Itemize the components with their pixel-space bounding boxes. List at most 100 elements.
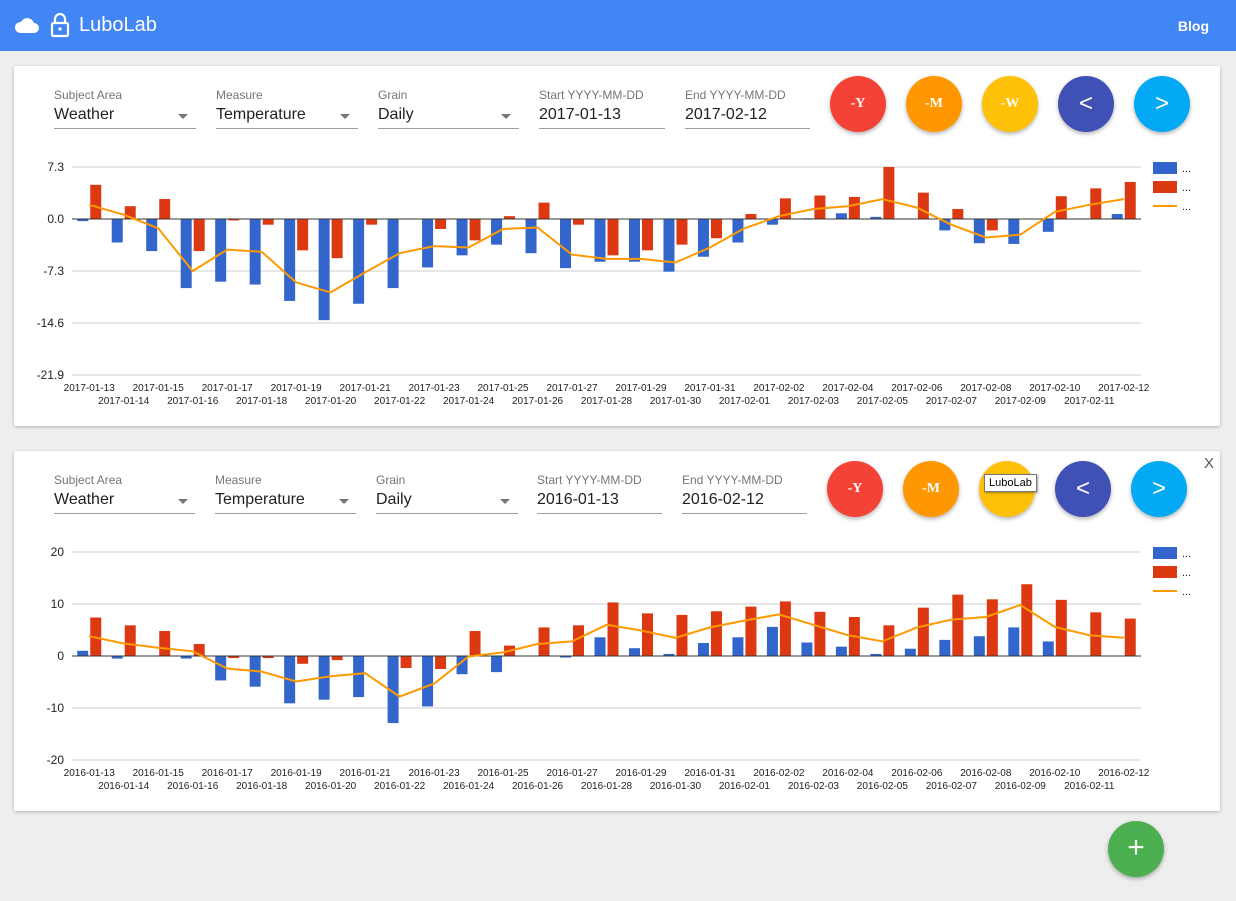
x-tick-label: 2016-01-19 bbox=[271, 768, 323, 779]
x-tick-label: 2017-01-26 bbox=[512, 396, 564, 407]
x-tick-label: 2016-01-31 bbox=[684, 768, 736, 779]
cloud-icon[interactable] bbox=[14, 13, 40, 37]
x-tick-label: 2017-01-15 bbox=[133, 383, 185, 394]
bar bbox=[469, 631, 481, 656]
bar bbox=[90, 184, 102, 219]
bar bbox=[435, 656, 447, 669]
bar bbox=[1008, 219, 1020, 244]
add-panel-button[interactable]: + bbox=[1108, 821, 1164, 877]
x-tick-label: 2017-01-18 bbox=[236, 396, 288, 407]
x-tick-label: 2016-01-27 bbox=[546, 768, 598, 779]
x-tick-label: 2017-01-17 bbox=[202, 383, 254, 394]
bar bbox=[986, 599, 998, 656]
bar bbox=[1111, 214, 1123, 219]
bar bbox=[1008, 627, 1020, 656]
x-tick-label: 2016-02-01 bbox=[719, 781, 771, 792]
bar bbox=[1124, 181, 1136, 219]
x-tick-label: 2016-02-02 bbox=[753, 768, 805, 779]
bar bbox=[159, 631, 171, 656]
bar bbox=[986, 219, 998, 231]
x-tick-label: 2016-02-09 bbox=[995, 781, 1047, 792]
x-tick-label: 2016-01-28 bbox=[581, 781, 633, 792]
bar bbox=[917, 192, 929, 219]
legend-swatch bbox=[1153, 162, 1177, 174]
bar bbox=[594, 219, 606, 262]
bar bbox=[745, 214, 757, 219]
bar bbox=[641, 219, 653, 251]
app-title[interactable]: LuboLab bbox=[79, 14, 157, 37]
y-tick-label: 20 bbox=[51, 545, 65, 559]
x-tick-label: 2016-01-16 bbox=[167, 781, 219, 792]
series-line bbox=[88, 198, 1124, 294]
chart-panel-2: X Subject Area Weather Measure Temperatu… bbox=[14, 451, 1220, 811]
x-tick-label: 2017-01-21 bbox=[340, 383, 392, 394]
bar bbox=[710, 219, 722, 239]
bar bbox=[594, 637, 606, 656]
y-tick-label: -7.3 bbox=[43, 264, 64, 278]
x-tick-label: 2016-01-21 bbox=[340, 768, 392, 779]
bar bbox=[469, 219, 481, 241]
bar bbox=[710, 611, 722, 656]
bar bbox=[1021, 584, 1033, 656]
bar bbox=[801, 642, 813, 656]
bar bbox=[525, 219, 537, 254]
bar bbox=[124, 625, 136, 656]
bar bbox=[904, 648, 916, 656]
legend-swatch bbox=[1153, 566, 1177, 578]
x-tick-label: 2017-01-13 bbox=[64, 383, 116, 394]
x-tick-label: 2017-01-24 bbox=[443, 396, 495, 407]
x-tick-label: 2016-02-06 bbox=[891, 768, 943, 779]
bar bbox=[814, 611, 826, 656]
bar bbox=[1055, 196, 1067, 219]
x-tick-label: 2016-02-11 bbox=[1064, 781, 1115, 792]
bar bbox=[538, 202, 550, 219]
x-tick-label: 2017-01-14 bbox=[98, 396, 150, 407]
app-bar: LuboLab Blog bbox=[0, 0, 1236, 51]
x-tick-label: 2016-02-03 bbox=[788, 781, 840, 792]
temperature-chart: 7.3 0.0 -7.3 -14.6 -21.92017-01-13 2017-01-14… bbox=[37, 160, 1192, 407]
bar bbox=[159, 199, 171, 219]
bar bbox=[766, 626, 778, 656]
x-tick-label: 2017-02-11 bbox=[1064, 396, 1115, 407]
bar bbox=[939, 639, 951, 656]
x-tick-label: 2016-02-07 bbox=[926, 781, 978, 792]
series-line bbox=[88, 603, 1124, 698]
bar bbox=[491, 656, 503, 673]
x-tick-label: 2016-01-30 bbox=[650, 781, 702, 792]
x-tick-label: 2016-02-05 bbox=[857, 781, 909, 792]
x-tick-label: 2016-01-13 bbox=[64, 768, 116, 779]
x-tick-label: 2016-01-29 bbox=[615, 768, 667, 779]
bar bbox=[1042, 641, 1054, 656]
legend-swatch bbox=[1153, 181, 1177, 193]
x-tick-label: 2016-01-24 bbox=[443, 781, 495, 792]
bar bbox=[732, 637, 744, 656]
lock-icon[interactable] bbox=[50, 12, 70, 38]
blog-link[interactable]: Blog bbox=[1178, 18, 1209, 34]
bar bbox=[952, 209, 964, 219]
x-tick-label: 2017-02-09 bbox=[995, 396, 1047, 407]
x-tick-label: 2017-02-06 bbox=[891, 383, 943, 394]
legend-label: ... bbox=[1182, 567, 1191, 579]
x-tick-label: 2017-02-02 bbox=[753, 383, 805, 394]
bar bbox=[422, 219, 434, 268]
chart-panel-1: Subject Area Weather Measure Temperature… bbox=[14, 66, 1220, 426]
bar bbox=[835, 646, 847, 656]
x-tick-label: 2017-01-31 bbox=[684, 383, 736, 394]
x-tick-label: 2017-02-12 bbox=[1098, 383, 1150, 394]
x-tick-label: 2017-01-25 bbox=[477, 383, 529, 394]
bar bbox=[331, 219, 343, 259]
bar bbox=[456, 219, 468, 256]
bar bbox=[973, 636, 985, 656]
x-tick-label: 2017-01-16 bbox=[167, 396, 219, 407]
bar bbox=[366, 219, 378, 225]
bar bbox=[697, 643, 709, 656]
y-tick-label: -20 bbox=[47, 753, 65, 767]
bar bbox=[628, 219, 640, 262]
x-tick-label: 2017-01-19 bbox=[271, 383, 323, 394]
bar bbox=[607, 219, 619, 256]
x-tick-label: 2017-02-05 bbox=[857, 396, 909, 407]
legend-label: ... bbox=[1182, 548, 1191, 560]
bar bbox=[77, 650, 89, 656]
x-tick-label: 2017-01-22 bbox=[374, 396, 426, 407]
bar bbox=[193, 219, 205, 252]
